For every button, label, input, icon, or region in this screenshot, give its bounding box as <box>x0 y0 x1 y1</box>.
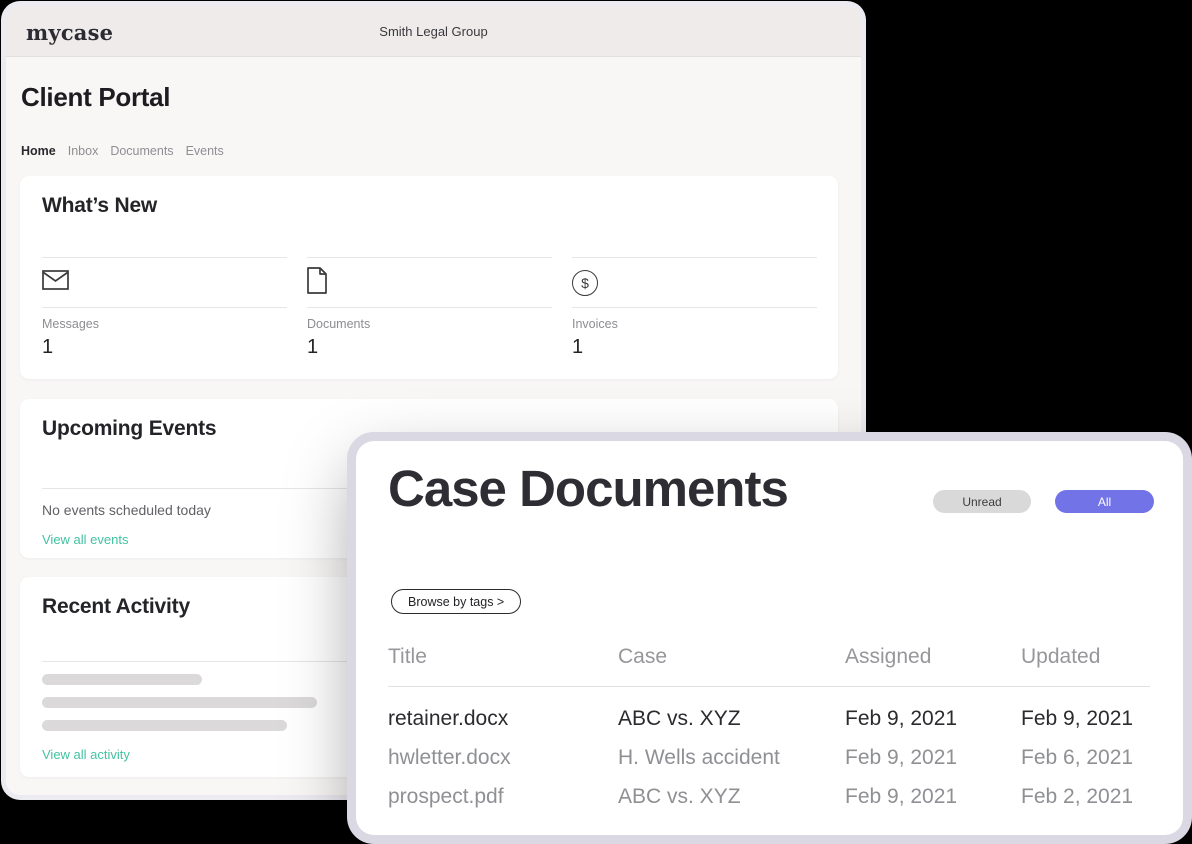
cell-case: ABC vs. XYZ <box>618 707 845 731</box>
stat-label: Invoices <box>572 317 817 331</box>
stat-label: Messages <box>42 317 287 331</box>
cell-updated: Feb 2, 2021 <box>1021 785 1150 809</box>
table-body: retainer.docx ABC vs. XYZ Feb 9, 2021 Fe… <box>388 687 1150 816</box>
document-filters: Unread All <box>933 490 1154 513</box>
stat-label: Documents <box>307 317 552 331</box>
browse-by-tags-button[interactable]: Browse by tags > <box>391 589 521 614</box>
cell-assigned: Feb 9, 2021 <box>845 707 1021 731</box>
stat-messages[interactable]: Messages 1 <box>42 257 287 359</box>
mycase-logo[interactable]: mycase <box>26 20 113 45</box>
cell-title: retainer.docx <box>388 707 618 731</box>
cell-assigned: Feb 9, 2021 <box>845 785 1021 809</box>
portal-nav: Home Inbox Documents Events <box>21 144 224 158</box>
cell-title: prospect.pdf <box>388 785 618 809</box>
stat-count: 1 <box>42 336 287 359</box>
nav-item-home[interactable]: Home <box>21 144 56 158</box>
filter-all-button[interactable]: All <box>1055 490 1154 513</box>
stat-count: 1 <box>572 336 817 359</box>
whats-new-title: What’s New <box>42 194 817 218</box>
cell-updated: Feb 6, 2021 <box>1021 746 1150 770</box>
column-header-title: Title <box>388 645 618 669</box>
cell-updated: Feb 9, 2021 <box>1021 707 1150 731</box>
envelope-icon <box>42 270 69 295</box>
firm-name: Smith Legal Group <box>6 24 861 39</box>
table-row[interactable]: hwletter.docx H. Wells accident Feb 9, 2… <box>388 738 1150 777</box>
activity-placeholder-bar <box>42 720 287 731</box>
upcoming-events-title: Upcoming Events <box>42 417 817 441</box>
view-all-activity-link[interactable]: View all activity <box>42 747 130 762</box>
cell-case: H. Wells accident <box>618 746 845 770</box>
portal-header: mycase Smith Legal Group <box>6 6 861 57</box>
cell-case: ABC vs. XYZ <box>618 785 845 809</box>
whats-new-card: What’s New Messages 1 <box>20 176 838 379</box>
documents-table: Title Case Assigned Updated retainer.doc… <box>388 645 1150 816</box>
column-header-assigned: Assigned <box>845 645 1021 669</box>
column-header-updated: Updated <box>1021 645 1150 669</box>
column-header-case: Case <box>618 645 845 669</box>
document-icon <box>307 267 327 299</box>
activity-placeholder-bar <box>42 674 202 685</box>
cell-title: hwletter.docx <box>388 746 618 770</box>
page-background: mycase Smith Legal Group Client Portal H… <box>0 0 1192 844</box>
whats-new-stats: Messages 1 Documents 1 <box>42 257 817 359</box>
view-all-events-link[interactable]: View all events <box>42 532 128 547</box>
activity-placeholder-bar <box>42 697 317 708</box>
cell-assigned: Feb 9, 2021 <box>845 746 1021 770</box>
nav-item-events[interactable]: Events <box>186 144 224 158</box>
stat-invoices[interactable]: $ Invoices 1 <box>572 257 817 359</box>
table-row[interactable]: prospect.pdf ABC vs. XYZ Feb 9, 2021 Feb… <box>388 777 1150 816</box>
nav-item-inbox[interactable]: Inbox <box>68 144 99 158</box>
nav-item-documents[interactable]: Documents <box>110 144 173 158</box>
table-row[interactable]: retainer.docx ABC vs. XYZ Feb 9, 2021 Fe… <box>388 699 1150 738</box>
table-header-row: Title Case Assigned Updated <box>388 645 1150 679</box>
stat-count: 1 <box>307 336 552 359</box>
case-documents-window: Case Documents Unread All Browse by tags… <box>356 441 1183 835</box>
case-documents-title: Case Documents <box>388 459 788 518</box>
stat-documents[interactable]: Documents 1 <box>307 257 552 359</box>
filter-unread-button[interactable]: Unread <box>933 490 1031 513</box>
page-title: Client Portal <box>21 82 170 113</box>
dollar-icon: $ <box>572 270 598 296</box>
